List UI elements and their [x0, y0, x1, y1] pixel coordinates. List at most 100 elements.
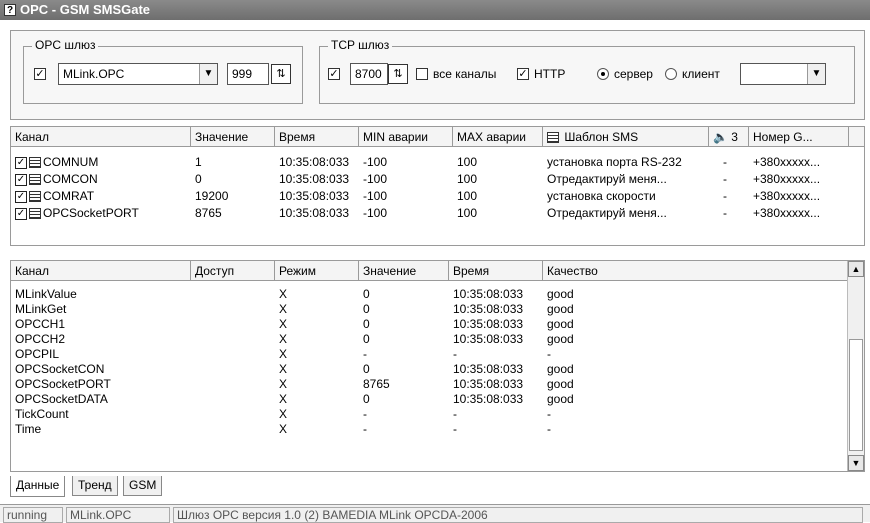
opc-server-value: MLink.OPC: [63, 67, 125, 81]
col-min-alarm[interactable]: MIN аварии: [359, 127, 453, 147]
scroll-down-icon[interactable]: ▼: [848, 455, 864, 471]
cell-access: [191, 377, 195, 392]
cell-quality: good: [547, 362, 574, 376]
cell-mode: X: [279, 377, 288, 391]
col-tag-value[interactable]: Значение: [359, 261, 449, 281]
tags-scrollbar[interactable]: ▲ ▼: [847, 261, 864, 471]
tags-table: Канал Доступ Режим Значение Время Качест…: [10, 260, 865, 472]
scroll-thumb[interactable]: [849, 339, 863, 451]
cell-tag-value: -: [363, 422, 367, 436]
table-row[interactable]: ✓ COMRAT 19200 10:35:08:033 -100 100 установка…: [11, 189, 864, 204]
help-icon[interactable]: ?: [4, 4, 16, 16]
cell-mode: X: [279, 392, 288, 406]
table-row[interactable]: OPCPIL X - - -: [11, 347, 849, 362]
tab-gsm[interactable]: GSM: [123, 476, 163, 496]
cell-access: [191, 317, 195, 332]
row-checkbox[interactable]: ✓: [15, 190, 27, 203]
col-time[interactable]: Время: [275, 127, 359, 147]
col-tag-channel[interactable]: Канал: [11, 261, 191, 281]
cell-mode: X: [279, 407, 288, 421]
status-bar: running MLink.OPC Шлюз OPC версия 1.0 (2…: [0, 504, 870, 523]
opc-port-spin-icon[interactable]: ⇅: [271, 64, 291, 84]
tcp-enable-checkbox[interactable]: ✓: [328, 68, 340, 80]
table-row[interactable]: OPCCH2 X 0 10:35:08:033 good: [11, 332, 849, 347]
cell-mode: X: [279, 332, 288, 346]
col-max-alarm[interactable]: MAX аварии: [453, 127, 543, 147]
table-icon: [547, 132, 559, 144]
cell-tag-value: 0: [363, 362, 370, 376]
col-sms-template-label: Шаблон SMS: [564, 130, 639, 144]
cell-tag-channel: MLinkGet: [15, 302, 67, 316]
cell-tag-value: 0: [363, 332, 370, 346]
col-quality[interactable]: Качество: [543, 261, 849, 281]
col-mode[interactable]: Режим: [275, 261, 359, 281]
cell-tag-channel: OPCSocketDATA: [15, 392, 108, 406]
cell-time: 10:35:08:033: [279, 155, 350, 169]
cell-tag-channel: OPCSocketCON: [15, 362, 105, 376]
chevron-down-icon[interactable]: ▼: [807, 64, 825, 84]
cell-phone: +380xxxxx...: [753, 155, 821, 169]
cell-min: -100: [363, 155, 388, 169]
cell-max: 100: [457, 155, 478, 169]
col-channel[interactable]: Канал: [11, 127, 191, 147]
cell-value: 0: [195, 172, 202, 186]
cell-phone: +380xxxxx...: [753, 206, 821, 220]
cell-tag-value: -: [363, 407, 367, 421]
client-label: клиент: [682, 67, 720, 81]
tab-trend[interactable]: Тренд: [72, 476, 118, 496]
tcp-port-spin-icon[interactable]: ⇅: [388, 64, 408, 84]
tcp-port-field[interactable]: 8700: [350, 63, 388, 85]
title-bar: ? OPC - GSM SMSGate: [0, 0, 870, 20]
row-checkbox[interactable]: ✓: [15, 156, 27, 169]
table-row[interactable]: OPCSocketPORT X 8765 10:35:08:033 good: [11, 377, 849, 392]
tab-data[interactable]: Данные: [10, 476, 66, 497]
row-checkbox[interactable]: ✓: [15, 207, 27, 220]
col-sound[interactable]: 🔈 3: [709, 127, 749, 147]
cell-tag-time: 10:35:08:033: [453, 377, 524, 391]
table-icon: [29, 157, 41, 169]
col-sms-template[interactable]: Шаблон SMS: [543, 127, 709, 147]
speaker-icon: 🔈: [713, 130, 728, 144]
chevron-down-icon[interactable]: ▼: [199, 64, 217, 84]
table-row[interactable]: MLinkGet X 0 10:35:08:033 good: [11, 302, 849, 317]
cell-min: -100: [363, 189, 388, 203]
server-radio[interactable]: [597, 68, 609, 80]
cell-quality: -: [547, 422, 551, 436]
cell-quality: good: [547, 377, 574, 391]
cell-tag-time: 10:35:08:033: [453, 317, 524, 331]
table-row[interactable]: ✓ COMNUM 1 10:35:08:033 -100 100 установка пор…: [11, 155, 864, 170]
cell-sms: Отредактируй меня...: [547, 172, 667, 186]
table-row[interactable]: Time X - - -: [11, 422, 849, 437]
table-row[interactable]: TickCount X - - -: [11, 407, 849, 422]
row-checkbox[interactable]: ✓: [15, 173, 27, 186]
table-row[interactable]: ✓ COMCON 0 10:35:08:033 -100 100 Отредактируй …: [11, 172, 864, 187]
table-row[interactable]: OPCSocketDATA X 0 10:35:08:033 good: [11, 392, 849, 407]
table-icon: [29, 208, 41, 220]
scroll-up-icon[interactable]: ▲: [848, 261, 864, 277]
cell-tag-value: 0: [363, 392, 370, 406]
client-radio[interactable]: [665, 68, 677, 80]
cell-channel: ✓ COMNUM: [11, 155, 98, 170]
opc-server-select[interactable]: MLink.OPC ▼: [58, 63, 218, 85]
col-access[interactable]: Доступ: [191, 261, 275, 281]
cell-min: -100: [363, 206, 388, 220]
http-checkbox[interactable]: ✓: [517, 68, 529, 80]
table-row[interactable]: OPCCH1 X 0 10:35:08:033 good: [11, 317, 849, 332]
col-phone[interactable]: Номер G...: [749, 127, 849, 147]
col-tag-time[interactable]: Время: [449, 261, 543, 281]
cell-max: 100: [457, 172, 478, 186]
cell-tag-time: 10:35:08:033: [453, 287, 524, 301]
cell-max: 100: [457, 189, 478, 203]
table-row[interactable]: ✓ OPCSocketPORT 8765 10:35:08:033 -100 100 Отр…: [11, 206, 864, 221]
cell-tag-value: 0: [363, 302, 370, 316]
opc-group: OPC шлюз ✓ MLink.OPC ▼ 999 ⇅: [23, 38, 303, 104]
opc-enable-checkbox[interactable]: ✓: [34, 68, 46, 80]
table-row[interactable]: OPCSocketCON X 0 10:35:08:033 good: [11, 362, 849, 377]
cell-tag-time: 10:35:08:033: [453, 332, 524, 346]
mode-select[interactable]: ▼: [740, 63, 826, 85]
cell-tag-time: 10:35:08:033: [453, 362, 524, 376]
all-channels-checkbox[interactable]: [416, 68, 428, 80]
opc-port-field[interactable]: 999: [227, 63, 269, 85]
col-value[interactable]: Значение: [191, 127, 275, 147]
table-row[interactable]: MLinkValue X 0 10:35:08:033 good: [11, 287, 849, 302]
